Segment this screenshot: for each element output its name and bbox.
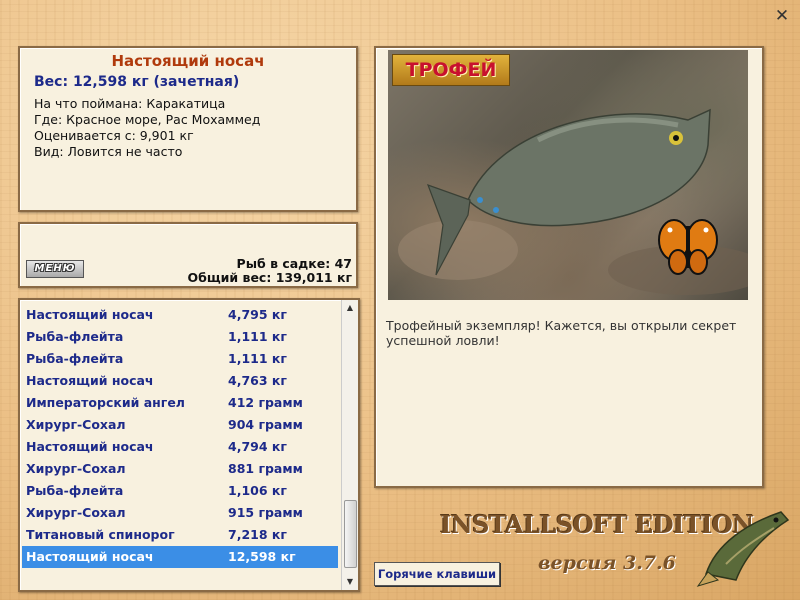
scroll-up-icon[interactable]: ▲: [342, 300, 358, 316]
catch-row[interactable]: Рыба-флейта 1,111 кг: [22, 348, 338, 370]
list-scrollbar[interactable]: ▲ ▼: [341, 300, 358, 590]
catch-name: Рыба-флейта: [26, 351, 124, 366]
trophy-caption: Трофейный экземпляр! Кажется, вы открыли…: [386, 318, 737, 348]
menu-button[interactable]: МЕНЮ: [26, 260, 84, 278]
catch-name: Настоящий носач: [26, 373, 154, 388]
catch-list-panel: Настоящий носач 4,795 кг Рыба-флейта 1,111…: [18, 298, 360, 592]
unicornfish-illustration: [398, 108, 748, 295]
threshold-detail: Оценивается с: 9,901 кг: [34, 128, 194, 143]
fish-details: На что поймана: Каракатица Где: Красное …: [20, 96, 356, 160]
catch-weight: 4,795 кг: [228, 307, 287, 322]
trophy-badge: ТРОФЕЙ: [392, 54, 510, 86]
hotkeys-button[interactable]: Горячие клавиши: [374, 562, 500, 586]
fish-title: Настоящий носач: [111, 52, 265, 70]
catch-list: Настоящий носач 4,795 кг Рыба-флейта 1,111…: [22, 304, 338, 568]
catch-weight: 904 грамм: [228, 417, 303, 432]
scroll-thumb[interactable]: [344, 500, 357, 568]
catch-row[interactable]: Настоящий носач 4,794 кг: [22, 436, 338, 458]
catch-row[interactable]: Хирург-Сохал 881 грамм: [22, 458, 338, 480]
stats-panel: МЕНЮ Рыб в садке: 47 Общий вес: 139,011 …: [18, 222, 358, 288]
catch-name: Хирург-Сохал: [26, 505, 126, 520]
catch-row[interactable]: Хирург-Сохал 904 грамм: [22, 414, 338, 436]
pike-fish-logo: [696, 511, 790, 587]
catch-weight: 1,106 кг: [228, 483, 287, 498]
catch-name: Настоящий носач: [26, 307, 154, 322]
catch-weight: 7,218 кг: [228, 527, 287, 542]
close-button[interactable]: ✕: [772, 6, 792, 26]
catch-name: Настоящий носач: [26, 439, 154, 454]
fish-count: Рыб в садке: 47: [236, 256, 352, 271]
catch-name: Настоящий носач: [26, 549, 154, 564]
location-detail: Где: Красное море, Рас Мохаммед: [34, 112, 261, 127]
catch-row[interactable]: Хирург-Сохал 915 грамм: [22, 502, 338, 524]
catch-weight: 12,598 кг: [228, 549, 296, 564]
trophy-panel: ТРОФЕЙ Трофейный экземпляр! Кажется, вы …: [374, 46, 764, 488]
catch-weight: 881 грамм: [228, 461, 303, 476]
catch-row[interactable]: Рыба-флейта 1,111 кг: [22, 326, 338, 348]
rarity-detail: Вид: Ловится не часто: [34, 144, 183, 159]
catch-name: Хирург-Сохал: [26, 417, 126, 432]
catch-weight: 915 грамм: [228, 505, 303, 520]
catch-name: Рыба-флейта: [26, 483, 124, 498]
bait-detail: На что поймана: Каракатица: [34, 96, 226, 111]
catch-weight: 1,111 кг: [228, 351, 287, 366]
catch-name: Титановый спинорог: [26, 527, 175, 542]
catch-weight: 4,763 кг: [228, 373, 287, 388]
catch-row[interactable]: Настоящий носач 4,795 кг: [22, 304, 338, 326]
catch-row[interactable]: Титановый спинорог 7,218 кг: [22, 524, 338, 546]
catch-row[interactable]: Настоящий носач 4,763 кг: [22, 370, 338, 392]
catch-weight: 412 грамм: [228, 395, 303, 410]
catch-weight: 1,111 кг: [228, 329, 287, 344]
fish-weight: Вес: 12,598 кг (зачетная): [34, 74, 240, 90]
catch-name: Хирург-Сохал: [26, 461, 126, 476]
catch-name: Рыба-флейта: [26, 329, 124, 344]
scroll-down-icon[interactable]: ▼: [342, 574, 358, 590]
catch-row[interactable]: Императорский ангел 412 грамм: [22, 392, 338, 414]
total-weight: Общий вес: 139,011 кг: [187, 270, 353, 285]
version-label: версия 3.7.6: [538, 552, 676, 574]
catch-name: Императорский ангел: [26, 395, 185, 410]
catch-row[interactable]: Рыба-флейта 1,106 кг: [22, 480, 338, 502]
catch-weight: 4,794 кг: [228, 439, 287, 454]
fish-info-panel: Настоящий носач Вес: 12,598 кг (зачетная…: [18, 46, 358, 212]
fish-photo: ТРОФЕЙ: [388, 50, 748, 300]
catch-row[interactable]: Настоящий носач 12,598 кг: [22, 546, 338, 568]
